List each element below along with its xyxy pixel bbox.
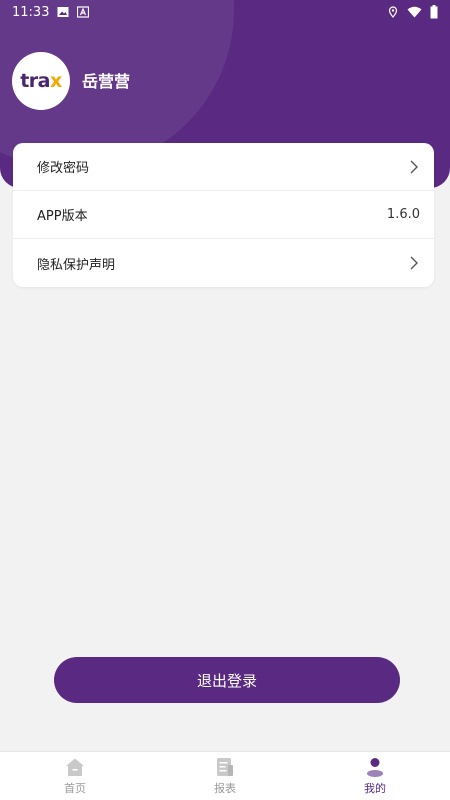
report-icon	[217, 757, 233, 776]
gallery-icon	[57, 7, 69, 17]
logout-button[interactable]: 退出登录	[54, 657, 400, 703]
settings-card: 修改密码 APP版本 1.6.0 隐私保护声明	[13, 143, 434, 287]
bottom-nav: 首页 报表 我的	[0, 751, 450, 800]
change-password-item[interactable]: 修改密码	[13, 143, 434, 191]
nav-item-report[interactable]: 报表	[150, 752, 300, 800]
nav-home-label: 首页	[64, 781, 86, 795]
change-password-label: 修改密码	[37, 161, 90, 176]
app-version-item: APP版本 1.6.0	[13, 191, 434, 239]
app-version-value: 1.6.0	[386, 207, 420, 222]
battery-icon	[430, 5, 438, 19]
nav-profile-label: 我的	[364, 781, 386, 795]
location-icon	[388, 6, 398, 18]
nav-item-profile[interactable]: 我的	[300, 752, 450, 800]
status-time: 11:33	[12, 4, 50, 20]
avatar: trax	[12, 52, 70, 110]
status-bar: 11:33	[0, 0, 450, 24]
nav-report-label: 报表	[214, 781, 236, 795]
wifi-icon	[407, 6, 422, 18]
app-version-label: APP版本	[37, 209, 88, 224]
privacy-statement-label: 隐私保护声明	[37, 257, 116, 273]
profile-icon	[367, 757, 383, 777]
chevron-right-icon	[410, 256, 418, 270]
username: 岳营营	[82, 72, 131, 91]
chevron-right-icon	[410, 160, 418, 173]
nav-item-home[interactable]: 首页	[0, 752, 150, 800]
home-icon	[66, 758, 84, 776]
privacy-statement-item[interactable]: 隐私保护声明	[13, 239, 434, 287]
trax-logo: trax	[20, 70, 62, 92]
font-icon	[77, 6, 90, 18]
